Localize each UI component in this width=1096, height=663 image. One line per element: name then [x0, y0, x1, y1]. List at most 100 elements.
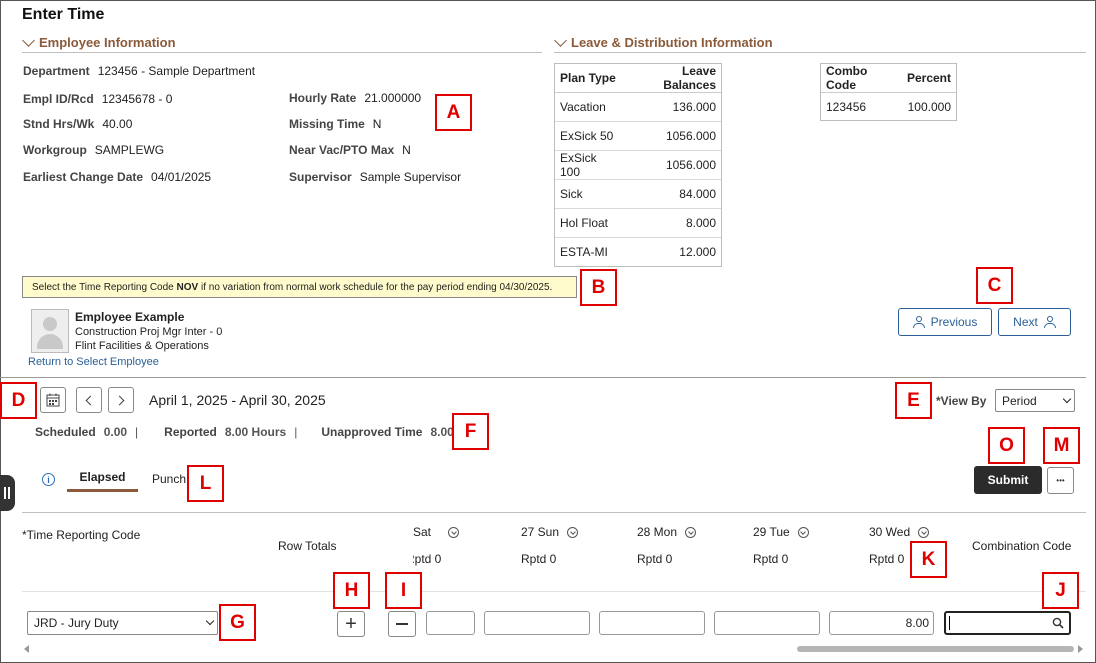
- divider: [22, 512, 1086, 513]
- notice-code: NOV: [176, 281, 199, 293]
- day-hours-input[interactable]: 8.00: [829, 611, 934, 635]
- search-icon[interactable]: [1052, 617, 1064, 629]
- earliest-change-field: Earliest Change Date 04/01/2025: [23, 170, 211, 184]
- balance-cell: 1056.000: [623, 150, 721, 180]
- previous-button[interactable]: Previous: [898, 308, 992, 336]
- plus-icon: +: [345, 613, 357, 635]
- leave-info-toggle[interactable]: Leave & Distribution Information: [554, 33, 773, 50]
- page-title: Enter Time: [22, 6, 105, 23]
- day-rptd: Rptd 0: [521, 552, 557, 566]
- callout-k: K: [910, 541, 947, 578]
- chevron-down-icon[interactable]: [448, 527, 460, 539]
- plan-type-cell: ExSick 100: [555, 150, 624, 180]
- view-by-select[interactable]: Period: [995, 389, 1075, 412]
- hourly-rate-label: Hourly Rate: [289, 91, 357, 105]
- submit-button[interactable]: Submit: [974, 466, 1042, 494]
- row-totals-header: Row Totals: [278, 539, 337, 553]
- more-actions-button[interactable]: •••: [1047, 467, 1074, 494]
- person-icon: [1043, 316, 1056, 328]
- callout-b: B: [580, 269, 617, 306]
- chevron-down-icon[interactable]: [567, 527, 579, 539]
- separator: |: [135, 425, 139, 439]
- table-row: Sick 84.000: [555, 179, 721, 209]
- chevron-left-icon: [85, 395, 96, 405]
- balance-cell: 84.000: [623, 179, 721, 209]
- tab-elapsed[interactable]: Elapsed: [67, 465, 138, 492]
- chevron-down-icon[interactable]: [797, 527, 809, 539]
- day-label: 28 Mon: [637, 525, 678, 539]
- separator: |: [294, 425, 298, 439]
- view-by-value: Period: [1002, 393, 1037, 408]
- chevron-right-icon: [114, 395, 125, 405]
- combination-code-input[interactable]: [944, 611, 1071, 635]
- callout-j: J: [1042, 572, 1079, 609]
- missing-time-value: N: [372, 117, 382, 131]
- divider: [554, 52, 1086, 53]
- day-hours-input[interactable]: [426, 611, 475, 635]
- supervisor-value: Sample Supervisor: [359, 170, 462, 184]
- calendar-button[interactable]: [40, 387, 66, 413]
- next-period-button[interactable]: [108, 387, 134, 413]
- scroll-left-arrow[interactable]: [24, 645, 29, 653]
- text-cursor: [949, 616, 950, 630]
- return-to-select-employee-link[interactable]: Return to Select Employee: [28, 356, 159, 368]
- workgroup-label: Workgroup: [23, 143, 87, 157]
- employee-job: Construction Proj Mgr Inter - 0: [75, 326, 223, 338]
- day-hours-input[interactable]: [714, 611, 820, 635]
- chevron-down-icon: [22, 33, 35, 47]
- chevron-down-icon[interactable]: [685, 527, 697, 539]
- employee-info-heading: Employee Information: [39, 35, 176, 50]
- notice-text: Select the Time Reporting Code: [32, 281, 177, 293]
- info-icon[interactable]: i: [42, 473, 55, 486]
- previous-period-button[interactable]: [76, 387, 102, 413]
- tab-punch[interactable]: Punch: [152, 472, 186, 486]
- empl-id-label: Empl ID/Rcd: [23, 92, 94, 106]
- add-row-button[interactable]: +: [337, 611, 365, 637]
- day-label: 29 Tue: [753, 525, 790, 539]
- next-label: Next: [1013, 315, 1038, 329]
- earliest-change-value: 04/01/2025: [151, 170, 212, 184]
- next-button[interactable]: Next: [998, 308, 1071, 336]
- leave-balances-header: Leave Balances: [623, 64, 721, 93]
- unapproved-value: 8.00: [430, 425, 454, 439]
- balance-cell: 1056.000: [623, 121, 721, 151]
- stnd-hrs-field: Stnd Hrs/Wk 40.00: [23, 117, 132, 131]
- avatar: [31, 309, 69, 353]
- day-label: Sat: [413, 525, 432, 539]
- balance-cell: 12.000: [679, 245, 716, 260]
- side-panel-handle[interactable]: [0, 475, 15, 511]
- chevron-down-icon[interactable]: [918, 527, 930, 539]
- day-label: 27 Sun: [521, 525, 560, 539]
- day-hours-input[interactable]: [599, 611, 705, 635]
- chevron-down-icon: [205, 616, 215, 626]
- supervisor-label: Supervisor: [289, 170, 352, 184]
- scheduled-value: 0.00: [103, 425, 128, 439]
- period-range: April 1, 2025 - April 30, 2025: [149, 392, 326, 408]
- employee-info-toggle[interactable]: Employee Information: [22, 33, 176, 50]
- day-column-header: Sat Rptd 0: [413, 525, 493, 569]
- day-rptd: Rptd 0: [753, 552, 789, 566]
- divider: [0, 377, 1086, 378]
- callout-o: O: [988, 427, 1025, 464]
- plan-type-cell: Hol Float: [555, 208, 624, 238]
- calendar-icon: [46, 393, 60, 407]
- view-by-label: *View By: [936, 394, 987, 408]
- hourly-rate-value: 21.000000: [364, 91, 422, 105]
- scroll-right-arrow[interactable]: [1078, 645, 1083, 653]
- time-reporting-code-select[interactable]: JRD - Jury Duty: [27, 611, 218, 635]
- plan-type-cell: ESTA-MI: [560, 245, 608, 260]
- day-hours-input[interactable]: [484, 611, 590, 635]
- reported-value: 8.00 Hours: [224, 425, 287, 439]
- missing-time-label: Missing Time: [289, 117, 365, 131]
- earliest-change-label: Earliest Change Date: [23, 170, 144, 184]
- horizontal-scrollbar-thumb[interactable]: [797, 646, 1074, 652]
- day-column-header: 28 Mon Rptd 0: [637, 525, 737, 569]
- department-field: Department 123456 - Sample Department: [23, 64, 255, 78]
- day-column-header: 27 Sun Rptd 0: [521, 525, 621, 569]
- day-rptd: Rptd 0: [869, 552, 905, 566]
- table-row: ExSick 100 1056.000: [555, 150, 721, 180]
- department-value: 123456 - Sample Department: [97, 64, 256, 78]
- delete-row-button[interactable]: [388, 611, 416, 637]
- divider: [22, 52, 542, 53]
- leave-balances-table: Plan Type Leave Balances Vacation 136.000…: [554, 63, 722, 267]
